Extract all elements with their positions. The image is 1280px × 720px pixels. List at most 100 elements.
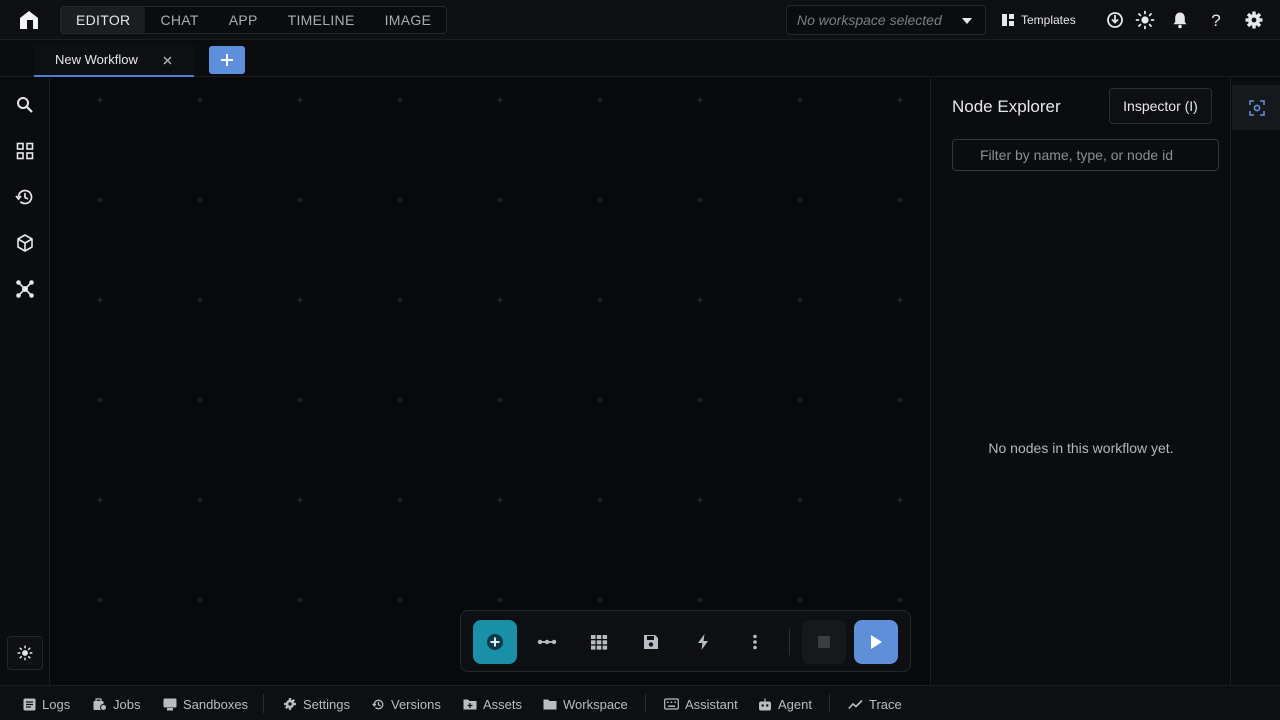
grid-cross <box>97 597 103 603</box>
bottom-item-label: Settings <box>303 696 350 712</box>
mode-switcher: EDITOR CHAT APP TIMELINE IMAGE <box>60 6 448 34</box>
grid-cross <box>597 497 603 503</box>
lightning-button[interactable] <box>681 620 725 664</box>
app-logo-icon[interactable] <box>18 9 40 31</box>
bottom-item-jobs[interactable]: Jobs <box>93 695 140 713</box>
help-icon[interactable]: ? <box>1206 10 1226 30</box>
bottom-item-label: Versions <box>391 696 441 712</box>
jobs-icon <box>93 697 107 711</box>
mode-tab-editor[interactable]: EDITOR <box>61 7 146 33</box>
add-node-icon <box>487 634 503 650</box>
app-root: EDITOR CHAT APP TIMELINE IMAGE No worksp… <box>0 0 1280 720</box>
tab-label: New Workflow <box>55 52 138 67</box>
cube-icon[interactable] <box>15 233 35 253</box>
grid-cross <box>297 197 303 203</box>
grid-cross <box>197 597 203 603</box>
workspace-select[interactable]: No workspace selected <box>786 5 986 35</box>
sandboxes-icon <box>163 698 177 710</box>
grid-cross <box>897 397 903 403</box>
grid-cross <box>697 297 703 303</box>
grid-cross <box>197 497 203 503</box>
bottom-divider <box>829 694 830 713</box>
svg-text:?: ? <box>1211 11 1220 30</box>
bottom-item-label: Workspace <box>563 696 628 712</box>
notifications-bell-icon[interactable] <box>1170 10 1190 30</box>
save-button[interactable] <box>629 620 673 664</box>
node-explorer-panel: Node Explorer Inspector (I) No nodes in … <box>930 78 1230 685</box>
bottom-item-label: Agent <box>778 696 812 712</box>
grid-cross <box>597 197 603 203</box>
node-filter-input[interactable] <box>952 139 1219 171</box>
grid-cross <box>97 197 103 203</box>
history-icon <box>372 699 384 709</box>
grid-cross <box>497 197 503 203</box>
bottom-item-assistant[interactable]: Assistant <box>664 695 738 713</box>
mode-tab-app[interactable]: APP <box>214 7 273 33</box>
sun-icon <box>17 645 33 661</box>
grid-layout-button[interactable] <box>577 620 621 664</box>
connect-icon <box>537 639 557 645</box>
grid-cross <box>897 497 903 503</box>
stop-button[interactable] <box>802 620 846 664</box>
bottom-item-assets[interactable]: Assets <box>463 695 522 713</box>
bottom-item-trace[interactable]: Trace <box>848 695 902 713</box>
grid-cross <box>397 197 403 203</box>
grid-cross <box>397 97 403 103</box>
mode-tab-timeline[interactable]: TIMELINE <box>273 7 370 33</box>
grid-cross <box>697 197 703 203</box>
inspector-button[interactable]: Inspector (I) <box>1109 88 1212 124</box>
grid-cross <box>297 497 303 503</box>
mode-tab-chat[interactable]: CHAT <box>145 7 213 33</box>
workflow-tab-bar: New Workflow <box>0 41 1280 77</box>
panel-title: Node Explorer <box>952 97 1061 116</box>
stop-icon <box>818 636 830 648</box>
left-sidebar <box>0 78 50 685</box>
bottom-divider <box>645 694 646 713</box>
chevron-down-icon <box>962 18 972 24</box>
grid-cross <box>397 397 403 403</box>
add-tab-button[interactable] <box>209 46 245 74</box>
nodes-network-icon[interactable] <box>15 279 35 299</box>
tab-new-workflow[interactable]: New Workflow <box>34 44 194 77</box>
templates-icon <box>1002 14 1014 26</box>
add-node-button[interactable] <box>473 620 517 664</box>
bottom-item-workspace[interactable]: Workspace <box>543 695 628 713</box>
grid-icon[interactable] <box>15 141 35 161</box>
theme-toggle-button[interactable] <box>7 636 43 670</box>
grid-cross <box>297 397 303 403</box>
grid-cross <box>597 397 603 403</box>
download-icon[interactable] <box>1105 10 1125 30</box>
run-workflow-button[interactable] <box>854 620 898 664</box>
history-icon[interactable] <box>15 187 35 207</box>
mode-tab-image[interactable]: IMAGE <box>370 7 447 33</box>
save-icon <box>644 635 658 649</box>
grid-cross <box>797 497 803 503</box>
bottom-item-label: Logs <box>42 696 71 712</box>
bottom-divider <box>263 694 264 713</box>
grid-cross <box>897 297 903 303</box>
bottom-bar: Logs Jobs Sandboxes Settings Versions As… <box>0 685 1280 720</box>
close-icon[interactable] <box>163 56 172 65</box>
grid-cross <box>197 397 203 403</box>
grid-cross <box>797 297 803 303</box>
folder-plus-icon <box>463 699 477 710</box>
bottom-item-versions[interactable]: Versions <box>372 695 441 713</box>
bottom-item-logs[interactable]: Logs <box>23 695 70 713</box>
workspace-select-label: No workspace selected <box>797 12 942 28</box>
grid-cross <box>797 97 803 103</box>
node-explorer-toggle-button[interactable] <box>1232 85 1280 130</box>
grid-cross <box>397 497 403 503</box>
templates-button[interactable]: Templates <box>998 8 1080 32</box>
settings-gear-icon[interactable] <box>1244 10 1264 30</box>
bottom-item-sandboxes[interactable]: Sandboxes <box>163 695 248 713</box>
connect-button[interactable] <box>525 620 569 664</box>
theme-sun-icon[interactable] <box>1135 10 1155 30</box>
more-options-button[interactable] <box>733 620 777 664</box>
grid-cross <box>697 97 703 103</box>
workflow-canvas[interactable] <box>51 78 930 685</box>
bottom-item-settings[interactable]: Settings <box>283 695 350 713</box>
search-icon[interactable] <box>15 95 35 115</box>
grid-cross <box>197 297 203 303</box>
grid-cross <box>297 297 303 303</box>
bottom-item-agent[interactable]: Agent <box>758 695 812 713</box>
